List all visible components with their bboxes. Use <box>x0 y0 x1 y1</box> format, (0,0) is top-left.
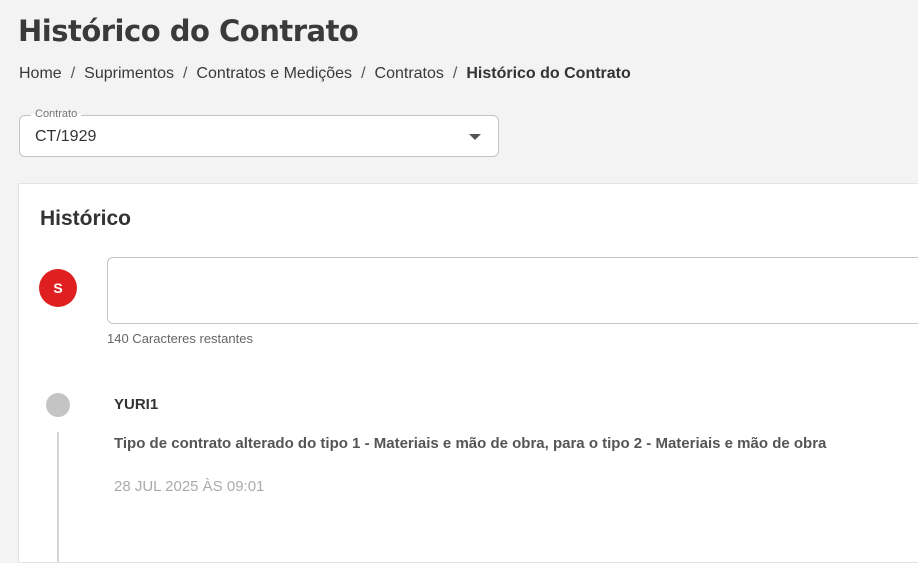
char-counter: 140 Caracteres restantes <box>107 331 253 346</box>
breadcrumb-current: Histórico do Contrato <box>466 65 631 82</box>
history-card: Histórico S 140 Caracteres restantes YUR… <box>18 183 918 563</box>
contract-select-label: Contrato <box>31 107 82 121</box>
breadcrumb: Home / Suprimentos / Contratos e Medições / Co… <box>19 65 631 83</box>
avatar: S <box>39 269 77 307</box>
breadcrumb-separator: / <box>361 65 366 82</box>
breadcrumb-separator: / <box>452 65 458 82</box>
comment-input[interactable] <box>107 257 918 324</box>
contract-select[interactable]: Contrato CT/1929 <box>19 107 499 157</box>
chevron-down-icon[interactable] <box>469 134 481 140</box>
breadcrumb-suprimentos[interactable]: Suprimentos <box>84 65 174 82</box>
breadcrumb-contratos[interactable]: Contratos <box>375 65 444 82</box>
entry-text: Tipo de contrato alterado do tipo 1 - Ma… <box>114 435 827 452</box>
timeline-line <box>57 432 59 562</box>
breadcrumb-separator: / <box>182 65 188 82</box>
history-title: Histórico <box>40 207 132 230</box>
breadcrumb-contratos-medicoes[interactable]: Contratos e Medições <box>196 65 352 82</box>
entry-user: YURI1 <box>114 396 159 413</box>
breadcrumb-home[interactable]: Home <box>19 65 62 82</box>
entry-date: 28 JUL 2025 ÀS 09:01 <box>114 478 265 495</box>
page-title: Histórico do Contrato <box>18 14 359 48</box>
breadcrumb-separator: / <box>70 65 76 82</box>
contract-select-value: CT/1929 <box>35 128 97 145</box>
timeline-dot <box>46 393 70 417</box>
